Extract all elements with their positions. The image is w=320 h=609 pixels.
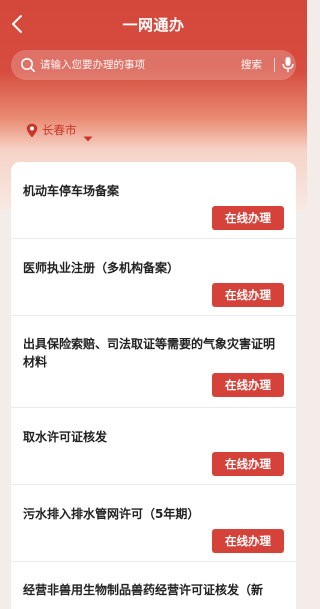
search-input[interactable] (40, 56, 220, 74)
service-title: 污水排入排水管网许可（5年期） (23, 507, 200, 521)
service-title: 医师执业注册（多机构备案） (23, 261, 180, 275)
microphone-icon[interactable] (281, 56, 295, 74)
search-button[interactable]: 搜索 (241, 57, 262, 72)
service-title: 机动车停车场备案 (23, 184, 120, 198)
apply-online-button[interactable]: 在线办理 (212, 373, 284, 397)
search-divider (274, 58, 275, 72)
caret-down-icon (83, 127, 93, 142)
app-header: 一网通办 (0, 0, 307, 48)
list-item: 污水排入排水管网许可（5年期） 在线办理 (11, 485, 296, 562)
apply-online-button[interactable]: 在线办理 (212, 283, 284, 307)
list-item: 出具保险索赔、司法取证等需要的气象灾害证明材料 在线办理 (11, 316, 296, 408)
list-item: 取水许可证核发 在线办理 (11, 408, 296, 485)
map-pin-icon (26, 123, 38, 138)
service-title: 取水许可证核发 (23, 430, 108, 444)
location-selector[interactable]: 长春市 (26, 121, 93, 142)
apply-online-button[interactable]: 在线办理 (212, 206, 284, 230)
search-icon (20, 57, 36, 73)
service-list: 机动车停车场备案 在线办理 医师执业注册（多机构备案） 在线办理 出具保险索赔、… (11, 162, 296, 609)
apply-online-button[interactable]: 在线办理 (212, 452, 284, 476)
list-item: 经营非兽用生物制品兽药经营许可证核发（新 (11, 562, 296, 609)
list-item: 医师执业注册（多机构备案） 在线办理 (11, 239, 296, 316)
service-title: 出具保险索赔、司法取证等需要的气象灾害证明材料 (23, 337, 276, 369)
apply-online-button[interactable]: 在线办理 (212, 529, 284, 553)
location-label: 长春市 (42, 123, 77, 137)
list-item: 机动车停车场备案 在线办理 (11, 162, 296, 239)
back-arrow-icon[interactable] (9, 14, 27, 34)
page-title: 一网通办 (122, 16, 185, 34)
search-bar[interactable]: 搜索 (11, 50, 296, 80)
service-title: 经营非兽用生物制品兽药经营许可证核发（新 (23, 583, 264, 597)
